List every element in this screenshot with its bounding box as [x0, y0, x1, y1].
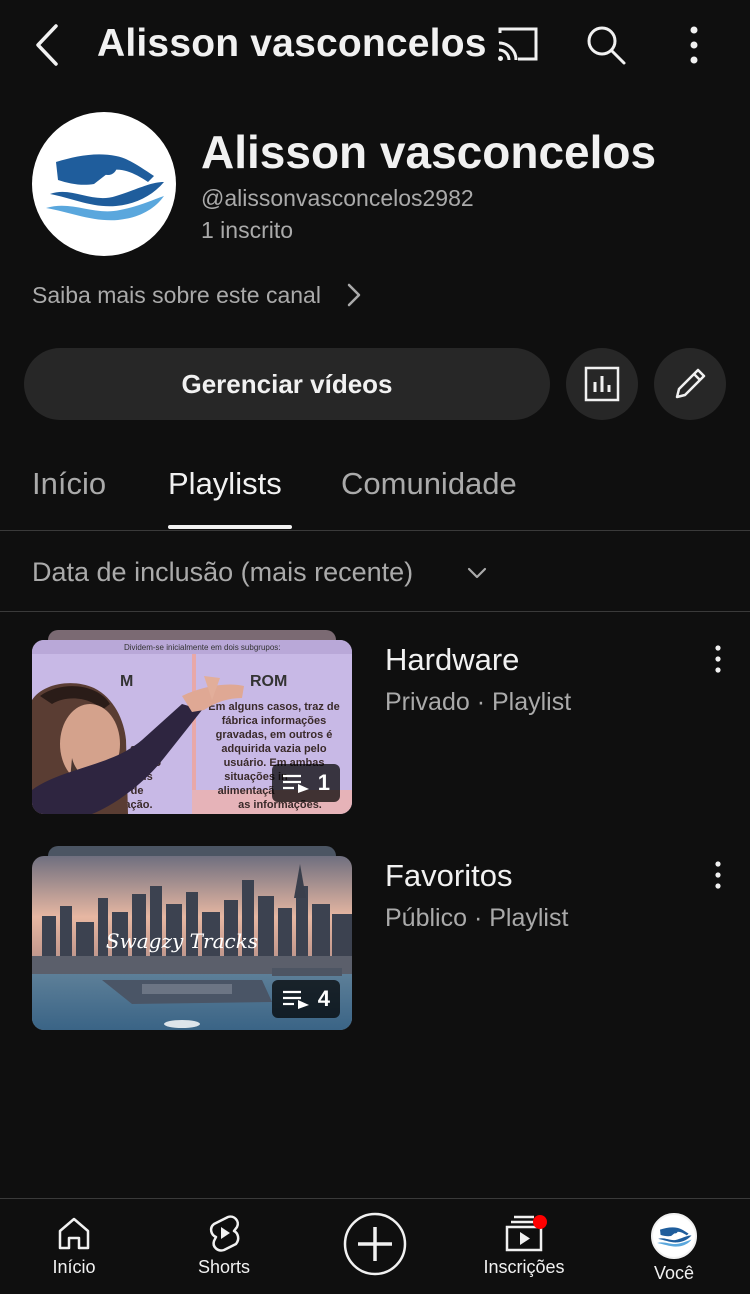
top-app-bar: Alisson vasconcelos [0, 0, 750, 92]
pencil-icon [675, 368, 706, 399]
create-icon[interactable] [342, 1211, 408, 1277]
channel-tabs: Início Playlists Comunidade [0, 440, 750, 531]
chevron-right-icon [347, 283, 361, 307]
svg-text:alimentaçã: alimentaçã [218, 785, 276, 797]
nav-label: Você [653, 1263, 695, 1283]
nav-label: Shorts [197, 1257, 251, 1277]
channel-avatar[interactable] [32, 112, 176, 256]
thumb-right-heading: ROM [250, 673, 287, 690]
playlist-count-badge: 1 [271, 764, 340, 802]
analytics-button[interactable] [566, 348, 638, 420]
playlist-subtitle: Privado · Playlist [385, 688, 572, 716]
edit-channel-button[interactable] [654, 348, 726, 420]
nav-voce[interactable]: Você [619, 1213, 729, 1284]
more-vert-icon[interactable] [708, 860, 728, 890]
back-arrow-icon[interactable] [28, 22, 68, 68]
svg-text:Em alguns casos, traz de: Em alguns casos, traz de [208, 701, 339, 713]
nav-inscricoes[interactable]: Inscrições [469, 1213, 579, 1278]
nav-inicio[interactable]: Início [19, 1213, 129, 1278]
playlist-count: 1 [317, 770, 330, 795]
manage-videos-button[interactable]: Gerenciar vídeos [24, 348, 550, 420]
cast-icon[interactable] [496, 25, 540, 65]
playlist-title[interactable]: Favoritos [385, 858, 512, 894]
chevron-down-icon [467, 567, 487, 579]
playlist-title[interactable]: Hardware [385, 642, 519, 678]
playlist-icon [282, 774, 309, 793]
avatar [651, 1213, 697, 1259]
tab-comunidade[interactable]: Comunidade [341, 466, 517, 502]
thumb-top-text: Dividem-se inicialmente em dois subgrupo… [124, 643, 281, 652]
playlist-subtitle: Público · Playlist [385, 904, 569, 932]
swimmer-logo-icon [46, 154, 164, 221]
thumb-left-heading: M [120, 673, 133, 690]
search-icon[interactable] [584, 23, 628, 67]
more-vert-icon[interactable] [708, 644, 728, 674]
svg-text:gravadas, em outros é: gravadas, em outros é [216, 729, 333, 741]
playlist-thumbnail[interactable]: Dividem-se inicialmente em dois subgrupo… [32, 640, 352, 814]
swimmer-logo-icon [657, 1227, 692, 1247]
notification-dot [533, 1215, 547, 1229]
thumb-logo-text: Swagzy Tracks [106, 929, 258, 953]
subscriber-count: 1 inscrito [201, 217, 294, 243]
svg-text:adquirida vazia pelo: adquirida vazia pelo [221, 743, 326, 755]
page-title: Alisson vasconcelos [97, 22, 487, 65]
nav-label: Início [52, 1257, 96, 1277]
tab-inicio[interactable]: Início [32, 466, 106, 502]
tab-playlists[interactable]: Playlists [168, 466, 282, 502]
playlist-item[interactable]: Dividem-se inicialmente em dois subgrupo… [0, 630, 750, 830]
playlist-icon [282, 990, 309, 1009]
playlist-thumbnail[interactable]: Swagzy Tracks 4 [32, 856, 352, 1030]
about-channel-label: Saiba mais sobre este canal [32, 281, 321, 308]
playlist-count-badge: 4 [271, 980, 340, 1018]
analytics-icon [584, 366, 620, 402]
playlist-count: 4 [317, 986, 330, 1011]
manage-videos-label: Gerenciar vídeos [181, 368, 393, 399]
svg-text:fábrica informações: fábrica informações [222, 715, 327, 727]
more-vert-icon[interactable] [678, 23, 710, 67]
nav-label: Inscrições [483, 1257, 565, 1277]
shorts-icon [209, 1215, 240, 1252]
about-channel-link[interactable]: Saiba mais sobre este canal [32, 280, 363, 310]
sort-label: Data de inclusão (mais recente) [32, 557, 414, 587]
home-icon [58, 1217, 90, 1250]
channel-handle: @alissonvasconcelos2982 [201, 185, 474, 211]
playlist-item[interactable]: Swagzy Tracks 4 Favoritos Público · Play… [0, 846, 750, 1046]
sort-dropdown[interactable]: Data de inclusão (mais recente) [0, 532, 750, 612]
nav-shorts[interactable]: Shorts [169, 1213, 279, 1278]
bottom-navigation: Início Shorts Inscrições Você [0, 1198, 750, 1294]
channel-name: Alisson vasconcelos [201, 126, 657, 178]
active-tab-indicator [168, 525, 292, 529]
